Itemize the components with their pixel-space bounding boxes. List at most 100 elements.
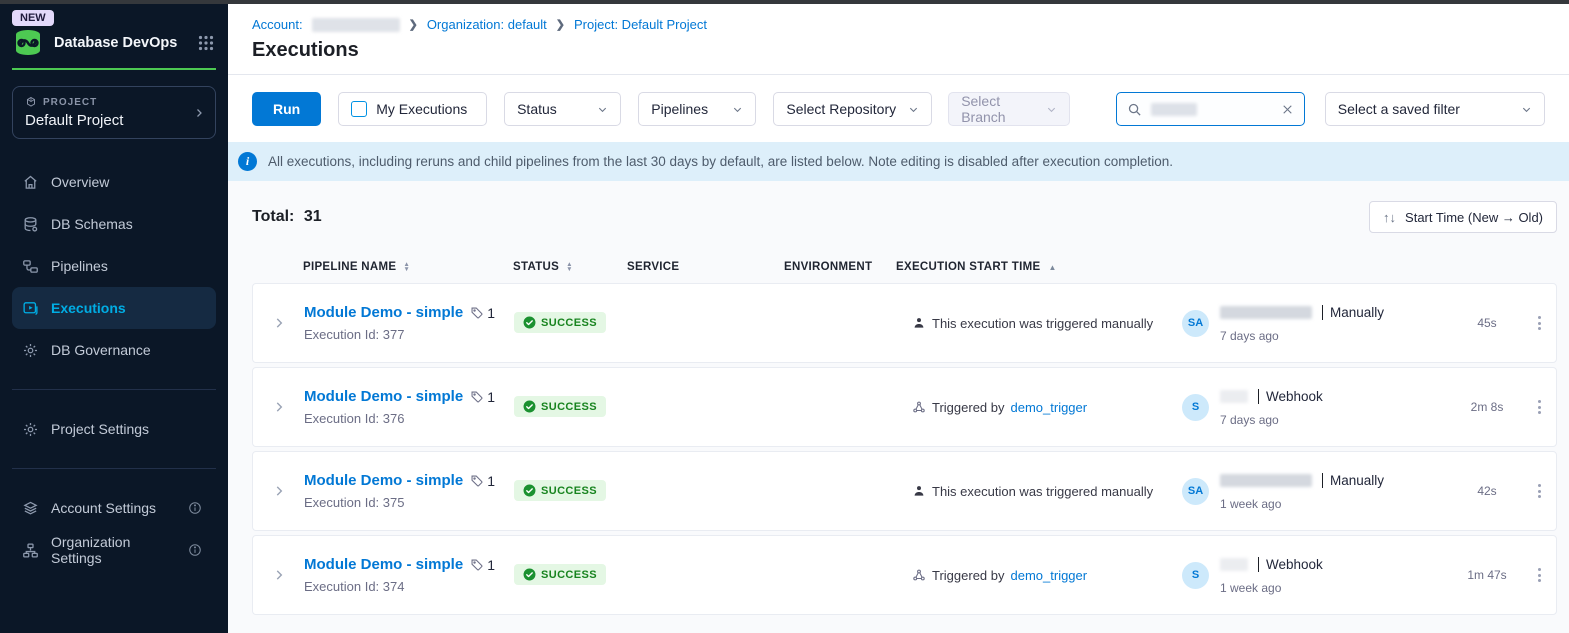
sidebar-item-label: Executions xyxy=(51,300,126,316)
brand-underline xyxy=(12,68,216,70)
column-header-service: SERVICE xyxy=(627,261,784,273)
info-icon[interactable] xyxy=(188,501,202,515)
tag-count: 1 xyxy=(470,389,495,405)
sidebar-item-overview[interactable]: Overview xyxy=(0,161,228,203)
execution-row[interactable]: Module Demo - simple 1 Execution Id: 377… xyxy=(252,283,1557,363)
chevron-right-icon xyxy=(193,107,205,119)
select-branch-label: Select Branch xyxy=(961,93,1046,125)
trigger-type-label: Webhook xyxy=(1258,557,1323,572)
select-repository-dropdown[interactable]: Select Repository xyxy=(773,92,932,126)
status-badge: SUCCESS xyxy=(514,564,606,585)
sort-arrows-icon: ↑↓ xyxy=(1383,210,1396,225)
sort-button[interactable]: ↑↓ Start Time (New → Old) xyxy=(1369,201,1557,233)
pipelines-filter-dropdown[interactable]: Pipelines xyxy=(638,92,756,126)
execution-id: Execution Id: 375 xyxy=(304,495,514,510)
duration: 2m 8s xyxy=(1471,400,1504,414)
row-options-menu-icon[interactable] xyxy=(1534,480,1545,502)
trigger-text: This execution was triggered manually xyxy=(932,316,1153,331)
expand-row-chevron-icon[interactable] xyxy=(272,568,286,582)
breadcrumb: Account: ❯ Organization: default ❯ Proje… xyxy=(252,17,1545,32)
chevron-down-icon xyxy=(597,104,608,115)
trigger-link[interactable]: demo_trigger xyxy=(1011,400,1088,415)
my-executions-label: My Executions xyxy=(376,101,467,117)
redacted-user-name xyxy=(1220,558,1248,571)
my-executions-checkbox[interactable] xyxy=(351,101,367,117)
duration: 45s xyxy=(1477,316,1496,330)
start-time-cell: S Webhook 1 week ago xyxy=(1182,556,1452,595)
chevron-down-icon xyxy=(732,104,743,115)
duration: 1m 47s xyxy=(1467,568,1506,582)
column-header-status[interactable]: STATUS ▲▼ xyxy=(513,261,627,273)
pipeline-name-link[interactable]: Module Demo - simple xyxy=(304,472,463,489)
select-repository-label: Select Repository xyxy=(786,101,896,117)
expand-row-chevron-icon[interactable] xyxy=(272,400,286,414)
column-header-pipeline-name[interactable]: PIPELINE NAME ▲▼ xyxy=(303,261,513,273)
saved-filter-dropdown[interactable]: Select a saved filter xyxy=(1325,92,1545,126)
org-tree-icon xyxy=(22,542,39,559)
executions-content: Total: 31 ↑↓ Start Time (New → Old) PIPE… xyxy=(228,181,1569,633)
row-options-menu-icon[interactable] xyxy=(1534,564,1545,586)
sort-label: Start Time (New → Old) xyxy=(1405,210,1543,225)
pipelines-icon xyxy=(22,258,39,275)
clear-search-icon[interactable] xyxy=(1281,103,1294,116)
person-icon xyxy=(912,316,926,330)
sidebar: NEW Database DevOps xyxy=(0,4,228,633)
sidebar-item-label: DB Schemas xyxy=(51,216,133,232)
check-circle-icon xyxy=(523,316,536,329)
sidebar-item-label: Project Settings xyxy=(51,421,149,437)
sidebar-item-db-schemas[interactable]: DB Schemas xyxy=(0,203,228,245)
trigger-info-cell: Triggered by demo_trigger xyxy=(912,568,1182,583)
row-options-menu-icon[interactable] xyxy=(1534,396,1545,418)
info-banner: i All executions, including reruns and c… xyxy=(228,142,1569,181)
start-time-cell: SA Manually 1 week ago xyxy=(1182,472,1452,511)
tag-count: 1 xyxy=(470,473,495,489)
sidebar-item-db-governance[interactable]: DB Governance xyxy=(0,329,228,371)
gear-icon xyxy=(22,421,39,438)
start-time-cell: SA Manually 7 days ago xyxy=(1182,304,1452,343)
status-filter-label: Status xyxy=(517,101,557,117)
run-button[interactable]: Run xyxy=(252,92,321,126)
tag-count: 1 xyxy=(470,305,495,321)
tag-icon xyxy=(470,390,484,404)
execution-id: Execution Id: 374 xyxy=(304,579,514,594)
trigger-link[interactable]: demo_trigger xyxy=(1011,568,1088,583)
search-input[interactable] xyxy=(1116,92,1304,126)
app-grid-icon[interactable] xyxy=(198,35,214,51)
chevron-separator-icon: ❯ xyxy=(556,18,565,31)
column-header-start-time[interactable]: EXECUTION START TIME ▲ xyxy=(896,261,1166,273)
my-executions-toggle[interactable]: My Executions xyxy=(338,92,487,126)
expand-row-chevron-icon[interactable] xyxy=(272,316,286,330)
time-ago: 1 week ago xyxy=(1220,497,1384,511)
redacted-search-text xyxy=(1151,103,1197,116)
sidebar-item-label: Pipelines xyxy=(51,258,108,274)
sidebar-item-pipelines[interactable]: Pipelines xyxy=(0,245,228,287)
pipeline-name-link[interactable]: Module Demo - simple xyxy=(304,556,463,573)
breadcrumb-account[interactable]: Account: xyxy=(252,17,303,32)
person-icon xyxy=(912,484,926,498)
execution-row[interactable]: Module Demo - simple 1 Execution Id: 374… xyxy=(252,535,1557,615)
select-branch-dropdown-disabled: Select Branch xyxy=(948,92,1070,126)
sidebar-item-executions[interactable]: Executions xyxy=(12,287,216,329)
info-icon[interactable] xyxy=(188,543,202,557)
sidebar-item-organization-settings[interactable]: Organization Settings xyxy=(0,529,228,571)
sidebar-item-account-settings[interactable]: Account Settings xyxy=(0,487,228,529)
execution-row[interactable]: Module Demo - simple 1 Execution Id: 375… xyxy=(252,451,1557,531)
pipeline-name-link[interactable]: Module Demo - simple xyxy=(304,388,463,405)
start-time-cell: S Webhook 7 days ago xyxy=(1182,388,1452,427)
breadcrumb-project[interactable]: Project: Default Project xyxy=(574,17,707,32)
status-filter-dropdown[interactable]: Status xyxy=(504,92,621,126)
pipelines-filter-label: Pipelines xyxy=(651,101,708,117)
row-options-menu-icon[interactable] xyxy=(1534,312,1545,334)
pipeline-name-link[interactable]: Module Demo - simple xyxy=(304,304,463,321)
page-title: Executions xyxy=(252,39,1545,62)
expand-row-chevron-icon[interactable] xyxy=(272,484,286,498)
time-ago: 1 week ago xyxy=(1220,581,1323,595)
sidebar-item-project-settings[interactable]: Project Settings xyxy=(0,408,228,450)
chevron-down-icon xyxy=(1046,104,1057,115)
execution-row[interactable]: Module Demo - simple 1 Execution Id: 376… xyxy=(252,367,1557,447)
project-selector[interactable]: PROJECT Default Project xyxy=(12,86,216,139)
breadcrumb-organization[interactable]: Organization: default xyxy=(427,17,547,32)
table-header-row: PIPELINE NAME ▲▼ STATUS ▲▼ SERVICE ENVIR… xyxy=(252,261,1557,273)
avatar: SA xyxy=(1182,478,1209,505)
page-header: Account: ❯ Organization: default ❯ Proje… xyxy=(228,4,1569,75)
